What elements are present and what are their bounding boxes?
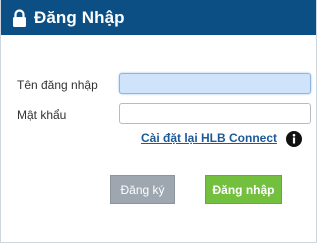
password-label: Mật khẩu [17, 108, 67, 122]
username-input[interactable] [119, 73, 311, 94]
reset-row: Cài đặt lại HLB Connect [1, 128, 316, 148]
login-form: Tên đăng nhập Mật khẩu Cài đặt lại HLB C… [1, 35, 316, 242]
login-dialog: Đăng Nhập Tên đăng nhập Mật khẩu Cài đặt… [0, 0, 317, 243]
reset-hlb-connect-link[interactable]: Cài đặt lại HLB Connect [141, 131, 277, 145]
username-label: Tên đăng nhập [17, 78, 98, 92]
register-button[interactable]: Đăng ký [110, 175, 175, 204]
login-button[interactable]: Đăng nhập [205, 175, 282, 204]
info-icon[interactable] [286, 131, 302, 147]
password-input[interactable] [119, 103, 311, 124]
lock-icon [13, 8, 26, 27]
dialog-title-bar: Đăng Nhập [1, 0, 316, 35]
dialog-title: Đăng Nhập [34, 7, 125, 27]
